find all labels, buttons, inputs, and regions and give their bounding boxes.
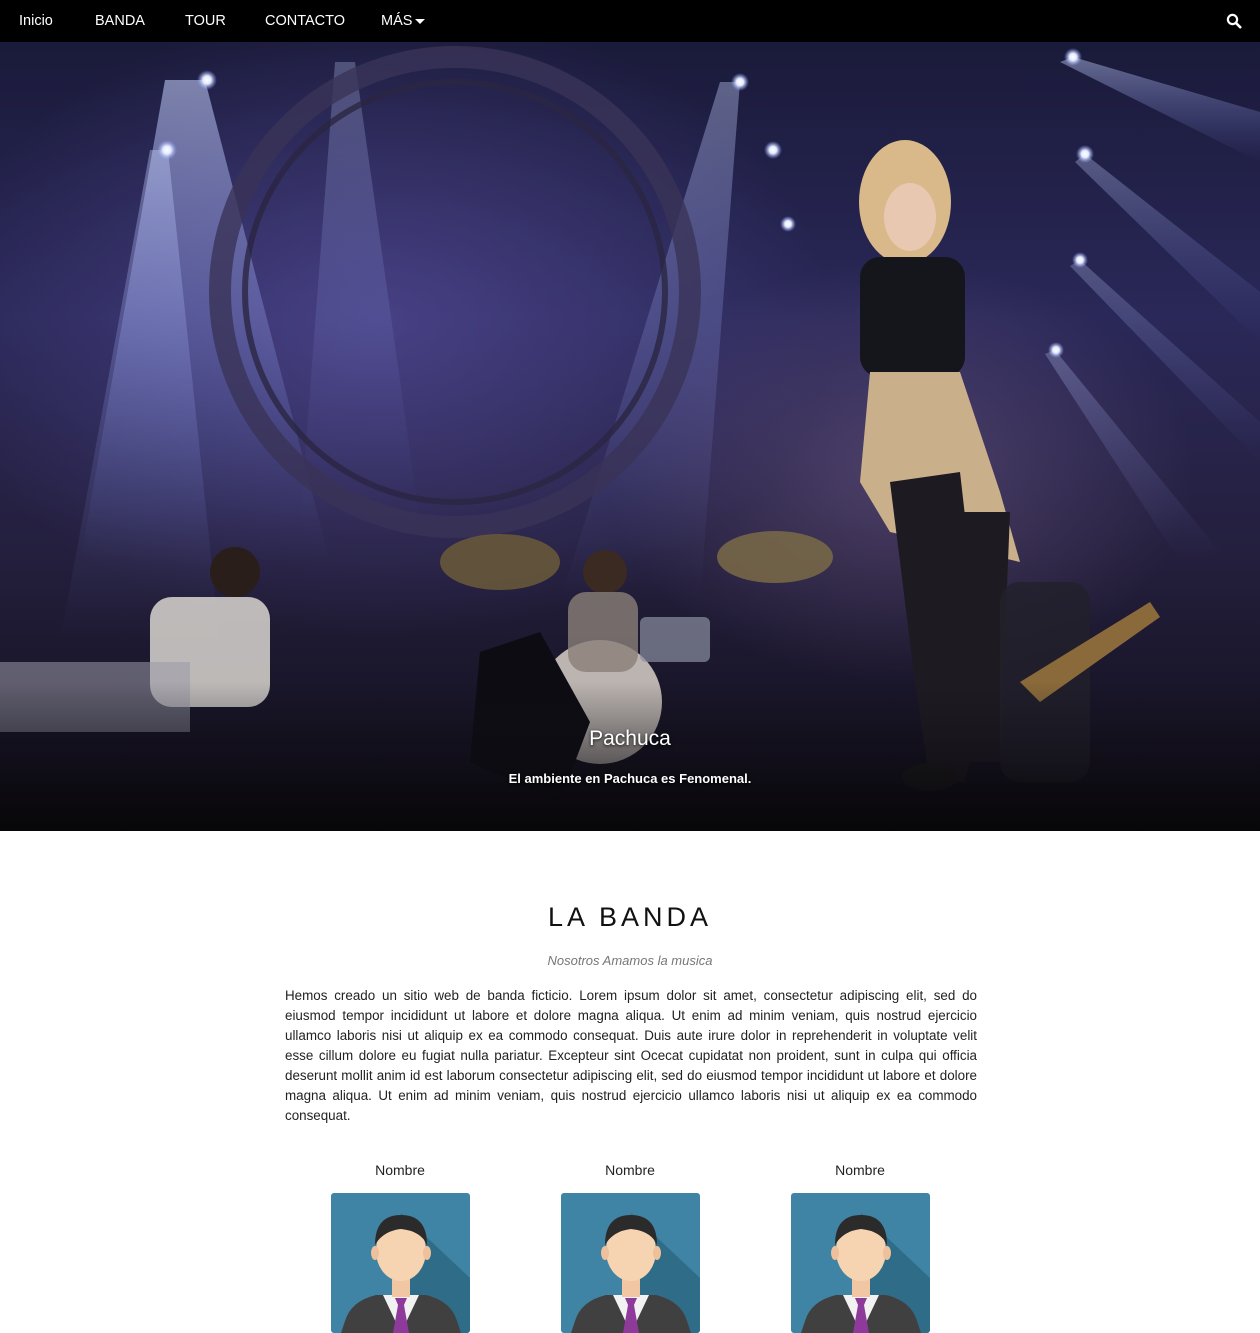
top-navbar: Inicio BANDA TOUR CONTACTO MÁS bbox=[0, 0, 1260, 42]
member-name: Nombre bbox=[605, 1162, 655, 1178]
person-avatar-icon bbox=[340, 1213, 470, 1333]
nav-banda-label: BANDA bbox=[95, 13, 145, 29]
nav-mas-dropdown[interactable]: MÁS bbox=[381, 0, 426, 42]
nav-inicio-label: Inicio bbox=[19, 13, 53, 29]
search-icon bbox=[1226, 13, 1242, 29]
member-avatar[interactable] bbox=[790, 1193, 930, 1333]
hero-carousel: Pachuca El ambiente en Pachuca es Fenome… bbox=[0, 42, 1260, 831]
person-avatar-icon bbox=[570, 1213, 700, 1333]
nav-tour[interactable]: TOUR bbox=[185, 0, 226, 42]
nav-contacto[interactable]: CONTACTO bbox=[265, 0, 345, 42]
member-card: Nombre bbox=[790, 1160, 930, 1333]
nav-contacto-label: CONTACTO bbox=[265, 13, 346, 29]
nav-inicio[interactable]: Inicio bbox=[19, 0, 53, 42]
member-card: Nombre bbox=[560, 1160, 700, 1333]
person-avatar-icon bbox=[800, 1213, 930, 1333]
carousel-caption-title: Pachuca bbox=[589, 727, 671, 750]
member-name: Nombre bbox=[835, 1162, 885, 1178]
nav-banda[interactable]: BANDA bbox=[95, 0, 145, 42]
nav-tour-label: TOUR bbox=[185, 13, 226, 29]
band-description: Hemos creado un sitio web de banda ficti… bbox=[285, 988, 977, 1123]
member-name: Nombre bbox=[375, 1162, 425, 1178]
concert-photo bbox=[0, 46, 1260, 831]
member-avatar[interactable] bbox=[560, 1193, 700, 1333]
band-section-title: LA BANDA bbox=[547, 902, 713, 932]
carousel-caption-text: El ambiente en Pachuca es Fenomenal. bbox=[508, 771, 752, 786]
member-card: Nombre bbox=[330, 1160, 470, 1333]
member-avatar[interactable] bbox=[330, 1193, 470, 1333]
band-tagline: Nosotros Amamos la musica bbox=[547, 953, 713, 968]
search-button[interactable] bbox=[1226, 13, 1242, 29]
caret-down-icon bbox=[415, 18, 426, 24]
nav-mas-label: MÁS bbox=[381, 13, 413, 29]
